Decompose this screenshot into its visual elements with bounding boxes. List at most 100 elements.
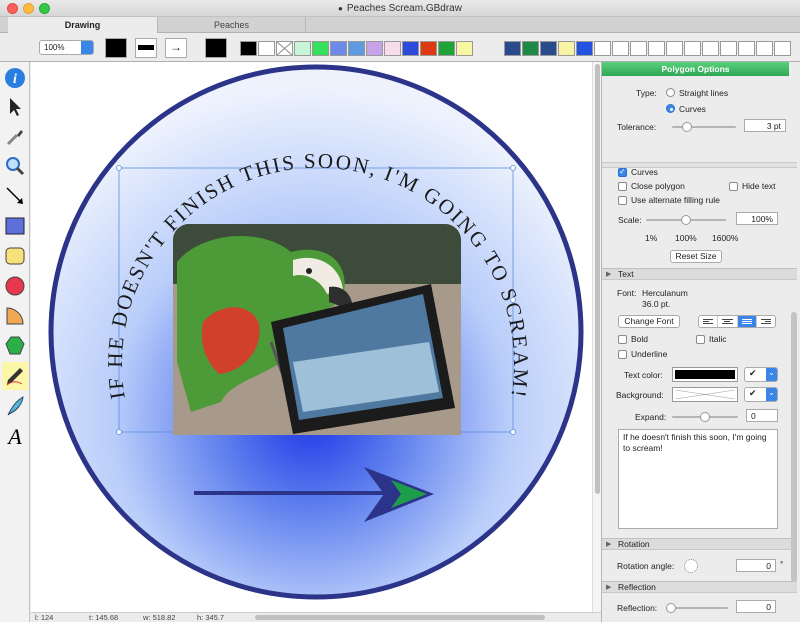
color-swatch[interactable] [702, 41, 719, 56]
reflection-field[interactable]: 0 [736, 600, 776, 613]
tab-peaches[interactable]: Peaches [158, 17, 306, 33]
color-swatch[interactable] [594, 41, 611, 56]
color-swatch[interactable] [330, 41, 347, 56]
text-tool[interactable]: A [2, 422, 28, 450]
color-swatch[interactable] [540, 41, 557, 56]
tab-drawing[interactable]: Drawing [8, 17, 158, 33]
text-color-swatch [675, 370, 735, 379]
color-swatch[interactable] [630, 41, 647, 56]
eyedropper-tool[interactable] [2, 122, 28, 150]
color-swatch[interactable] [720, 41, 737, 56]
tolerance-field[interactable]: 3 pt [744, 119, 786, 132]
line-tool[interactable] [2, 182, 28, 210]
text-color-check-icon: ✔ [749, 368, 757, 378]
reflection-slider[interactable] [668, 607, 728, 609]
zoom-select[interactable]: 100% [39, 40, 94, 55]
alternate-fill-checkbox[interactable] [618, 196, 627, 205]
straight-lines-radio[interactable] [666, 88, 675, 97]
underline-checkbox[interactable] [618, 350, 627, 359]
text-content-area[interactable]: If he doesn't finish this soon, I'm goin… [618, 429, 778, 529]
hide-text-checkbox[interactable] [729, 182, 738, 191]
parrot-photo[interactable] [173, 224, 461, 435]
color-swatch[interactable] [348, 41, 365, 56]
oval-tool[interactable] [2, 272, 28, 300]
alignment-segmented-control[interactable] [698, 315, 776, 328]
arc-icon [4, 305, 26, 327]
color-swatch[interactable] [438, 41, 455, 56]
color-swatch[interactable] [648, 41, 665, 56]
color-swatch[interactable] [420, 41, 437, 56]
align-right-icon[interactable] [757, 316, 775, 327]
background-color-menu[interactable]: ✔ [744, 387, 778, 402]
text-color-well[interactable] [672, 367, 738, 382]
color-swatch[interactable] [258, 41, 275, 56]
drawing-canvas[interactable]: IF HE DOESN'T FINISH THIS SOON, I'M GOIN… [31, 62, 592, 613]
expand-slider[interactable] [672, 416, 738, 418]
rotation-dial-icon[interactable] [684, 559, 698, 573]
rectangle-tool[interactable] [2, 212, 28, 240]
color-swatch[interactable] [522, 41, 539, 56]
italic-checkbox[interactable] [696, 335, 705, 344]
color-swatch[interactable] [456, 41, 473, 56]
expand-field[interactable]: 0 [746, 409, 778, 422]
align-left-icon[interactable] [699, 316, 718, 327]
color-swatch[interactable] [774, 41, 791, 56]
bold-checkbox[interactable] [618, 335, 627, 344]
quill-tool[interactable] [2, 392, 28, 420]
color-swatch[interactable] [576, 41, 593, 56]
text-color-menu[interactable]: ✔ [744, 367, 778, 382]
scale-field[interactable]: 100% [736, 212, 778, 225]
scale-slider[interactable] [646, 219, 726, 221]
rotation-angle-field[interactable]: 0 [736, 559, 776, 572]
curves-radio[interactable] [666, 104, 675, 113]
color-swatch[interactable] [240, 41, 257, 56]
scale-slider-knob[interactable] [681, 215, 691, 225]
color-swatch[interactable] [666, 41, 683, 56]
reset-size-button[interactable]: Reset Size [670, 250, 722, 263]
tolerance-slider[interactable] [672, 126, 736, 128]
align-center-icon[interactable] [718, 316, 737, 327]
color-swatch[interactable] [294, 41, 311, 56]
arc-tool[interactable] [2, 302, 28, 330]
info-tool[interactable]: i [2, 64, 28, 92]
scroll-thumb[interactable] [595, 64, 600, 494]
stroke-color-well[interactable] [105, 38, 127, 58]
color-swatch[interactable] [402, 41, 419, 56]
color-swatch[interactable] [738, 41, 755, 56]
panel-scrollbar[interactable] [791, 312, 797, 582]
color-swatch[interactable] [504, 41, 521, 56]
reflection-section-header[interactable]: Reflection [602, 581, 797, 593]
tolerance-slider-knob[interactable] [682, 122, 692, 132]
color-swatch[interactable] [756, 41, 773, 56]
align-justify-icon[interactable] [738, 316, 757, 327]
fill-color-well[interactable] [205, 38, 227, 58]
color-swatch[interactable] [558, 41, 575, 56]
pointer-tool[interactable] [2, 93, 28, 121]
curves-checkbox[interactable] [618, 168, 627, 177]
color-swatch[interactable] [312, 41, 329, 56]
reflection-slider-knob[interactable] [666, 603, 676, 613]
magnifier-tool[interactable] [2, 152, 28, 180]
canvas-vertical-scrollbar[interactable] [592, 62, 601, 613]
document-icon: ● [338, 4, 343, 13]
canvas-horizontal-scrollbar[interactable] [255, 615, 545, 620]
arrowhead-button[interactable]: → [165, 38, 187, 58]
expand-slider-knob[interactable] [700, 412, 710, 422]
rotation-section-header[interactable]: Rotation [602, 538, 797, 550]
status-top: t: 145.68 [89, 613, 118, 622]
zoom-stepper-icon[interactable] [81, 41, 93, 54]
text-color-label: Text color: [624, 370, 663, 380]
color-swatch[interactable] [612, 41, 629, 56]
rounded-rectangle-tool[interactable] [2, 242, 28, 270]
background-color-well[interactable] [672, 387, 738, 402]
change-font-button[interactable]: Change Font [618, 315, 680, 328]
pencil-tool[interactable] [2, 362, 28, 390]
color-swatch[interactable] [384, 41, 401, 56]
text-section-header[interactable]: Text [602, 268, 797, 280]
color-swatch[interactable] [276, 41, 293, 56]
close-polygon-checkbox[interactable] [618, 182, 627, 191]
line-width-button[interactable] [135, 38, 157, 58]
polygon-tool[interactable] [2, 332, 28, 360]
color-swatch[interactable] [366, 41, 383, 56]
color-swatch[interactable] [684, 41, 701, 56]
